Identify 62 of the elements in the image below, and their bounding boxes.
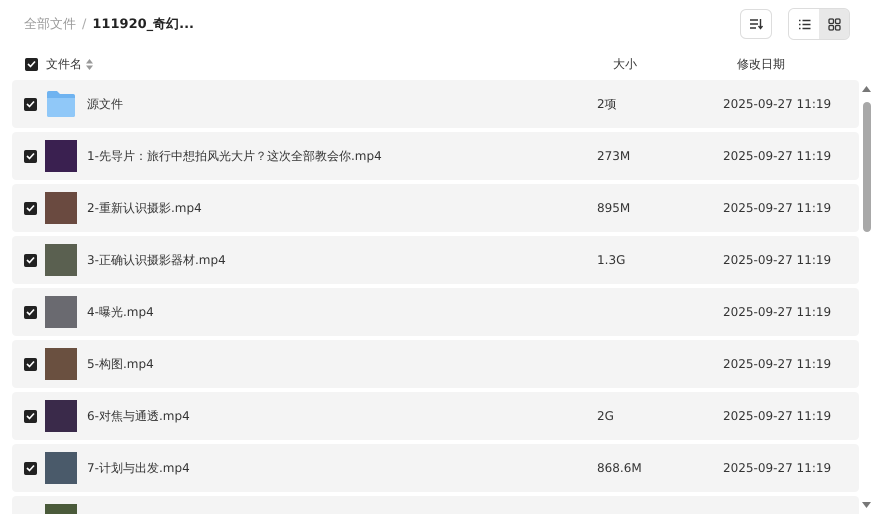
row-checkbox[interactable] bbox=[24, 462, 37, 474]
modified-date: 2025-09-27 11:19 bbox=[723, 357, 832, 371]
file-name: 4-曝光.mp4 bbox=[87, 304, 155, 320]
video-thumbnail bbox=[45, 244, 77, 276]
list-icon bbox=[798, 18, 810, 30]
row-checkbox[interactable] bbox=[24, 98, 37, 110]
modified-date: 2025-09-27 11:19 bbox=[723, 253, 832, 267]
row-checkbox[interactable] bbox=[24, 306, 37, 318]
file-name: 源文件 bbox=[87, 96, 124, 112]
file-size: 2G bbox=[597, 409, 614, 423]
file-row[interactable]: 2-重新认识摄影.mp4 895M 2025-09-27 11:19 bbox=[12, 184, 859, 232]
scroll-up-icon[interactable] bbox=[862, 86, 871, 92]
file-row[interactable]: 6-对焦与通透.mp4 2G 2025-09-27 11:19 bbox=[12, 392, 859, 440]
select-all-checkbox[interactable] bbox=[25, 58, 38, 70]
scrollbar-thumb[interactable] bbox=[862, 102, 870, 232]
modified-date: 2025-09-27 11:19 bbox=[723, 305, 832, 319]
modified-date: 2025-09-27 11:19 bbox=[723, 461, 832, 475]
column-header: 修改日期 bbox=[737, 56, 785, 72]
column-header: 大小 bbox=[613, 56, 637, 72]
file-name: 7-计划与出发.mp4 bbox=[87, 460, 191, 476]
row-checkbox[interactable] bbox=[24, 358, 37, 370]
file-name: 3-正确认识摄影器材.mp4 bbox=[87, 252, 227, 268]
file-name: 5-构图.mp4 bbox=[87, 356, 155, 372]
video-thumbnail bbox=[45, 296, 77, 328]
file-size: 868.6M bbox=[597, 461, 642, 475]
sort-icon bbox=[749, 18, 763, 30]
grid-view-button[interactable] bbox=[819, 9, 849, 39]
file-name: 2-重新认识摄影.mp4 bbox=[87, 200, 203, 216]
modified-date: 2025-09-27 11:19 bbox=[723, 149, 832, 163]
file-row[interactable]: 3-正确认识摄影器材.mp4 1.3G 2025-09-27 11:19 bbox=[12, 236, 859, 284]
scroll-down-icon[interactable] bbox=[862, 502, 871, 508]
sort-icon[interactable] bbox=[86, 58, 93, 70]
grid-icon bbox=[828, 18, 840, 30]
file-row[interactable]: 1-先导片：旅行中想拍风光大片？这次全部教会你.mp4 273M 2025-09-27 11:19 bbox=[12, 132, 859, 180]
folder-icon bbox=[46, 90, 76, 118]
video-thumbnail bbox=[45, 192, 77, 224]
row-checkbox[interactable] bbox=[24, 150, 37, 162]
file-size: 273M bbox=[597, 149, 630, 163]
file-name: 1-先导片：旅行中想拍风光大片？这次全部教会你.mp4 bbox=[87, 148, 383, 164]
file-size: 2项 bbox=[597, 96, 617, 110]
file-size: 895M bbox=[597, 201, 630, 215]
modified-date: 2025-09-27 11:19 bbox=[723, 97, 832, 111]
list-view-button[interactable] bbox=[789, 9, 819, 39]
row-checkbox[interactable] bbox=[24, 202, 37, 214]
video-thumbnail bbox=[45, 140, 77, 172]
modified-date: 2025-09-27 11:19 bbox=[723, 409, 832, 423]
breadcrumb-separator: / bbox=[82, 16, 86, 32]
file-name: 6-对焦与通透.mp4 bbox=[87, 408, 191, 424]
modified-date: 2025-09-27 11:19 bbox=[723, 201, 832, 215]
video-thumbnail bbox=[45, 400, 77, 432]
row-checkbox[interactable] bbox=[24, 254, 37, 266]
breadcrumb-current: 111920_奇幻... bbox=[92, 16, 194, 33]
row-checkbox[interactable] bbox=[24, 410, 37, 422]
video-thumbnail bbox=[45, 348, 77, 380]
file-row[interactable]: 源文件 2项 2025-09-27 11:19 bbox=[12, 80, 859, 128]
video-thumbnail bbox=[45, 452, 77, 484]
file-size: 1.3G bbox=[597, 253, 626, 267]
sort-button[interactable] bbox=[740, 9, 772, 39]
column-header[interactable]: 文件名 bbox=[46, 56, 82, 72]
file-row[interactable]: 4-曝光.mp4 2025-09-27 11:19 bbox=[12, 288, 859, 336]
file-row[interactable]: 5-构图.mp4 2025-09-27 11:19 bbox=[12, 340, 859, 388]
file-row[interactable]: 7-计划与出发.mp4 868.6M 2025-09-27 11:19 bbox=[12, 444, 859, 492]
